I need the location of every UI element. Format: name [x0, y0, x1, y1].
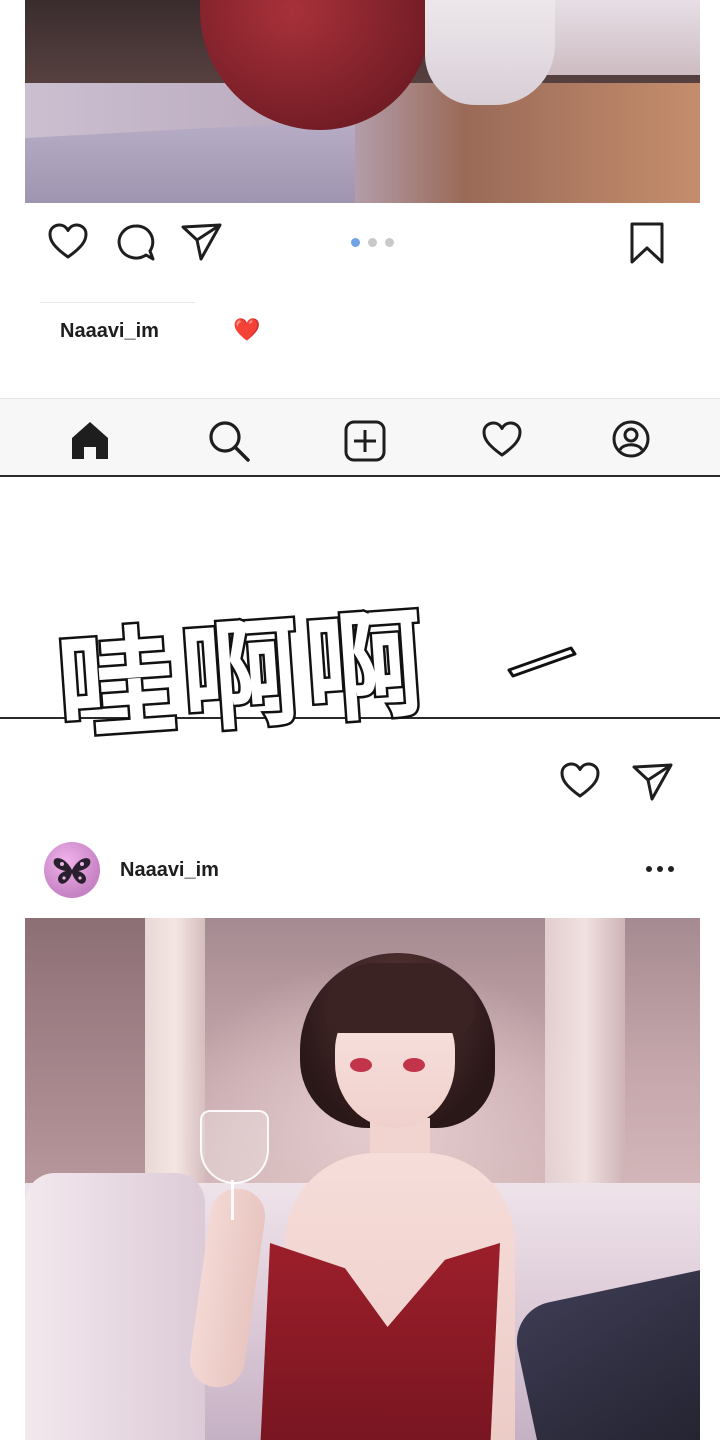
- sfx-dash: [505, 640, 577, 680]
- carousel-dot: [368, 238, 377, 247]
- like-heart-icon[interactable]: [560, 762, 600, 800]
- sound-effect-text: 哇啊啊: [51, 592, 437, 761]
- post-username[interactable]: Naaavi_im: [120, 859, 219, 882]
- post-image[interactable]: [25, 918, 700, 1440]
- avatar[interactable]: [44, 842, 100, 898]
- share-icon[interactable]: [181, 222, 223, 262]
- heart-icon[interactable]: [481, 421, 523, 459]
- comment-icon[interactable]: [116, 223, 156, 263]
- caption-divider: [40, 302, 195, 303]
- share-icon[interactable]: [632, 762, 674, 802]
- bookmark-icon[interactable]: [629, 222, 665, 264]
- carousel-dot: [385, 238, 394, 247]
- more-horizontal-icon[interactable]: [646, 866, 674, 872]
- home-icon[interactable]: [69, 419, 111, 461]
- carousel-indicator: [351, 238, 394, 247]
- search-icon[interactable]: [207, 419, 251, 463]
- post-image-top[interactable]: [25, 0, 700, 203]
- butterfly-icon: [52, 856, 92, 886]
- like-heart-icon[interactable]: [48, 223, 88, 261]
- caption-username[interactable]: Naaavi_im: [60, 320, 159, 343]
- plus-square-icon[interactable]: [344, 420, 386, 462]
- bottom-tab-bar: [0, 398, 720, 477]
- profile-icon[interactable]: [611, 419, 651, 459]
- caption-heart-emoji: ❤️: [233, 317, 261, 342]
- carousel-dot: [351, 238, 360, 247]
